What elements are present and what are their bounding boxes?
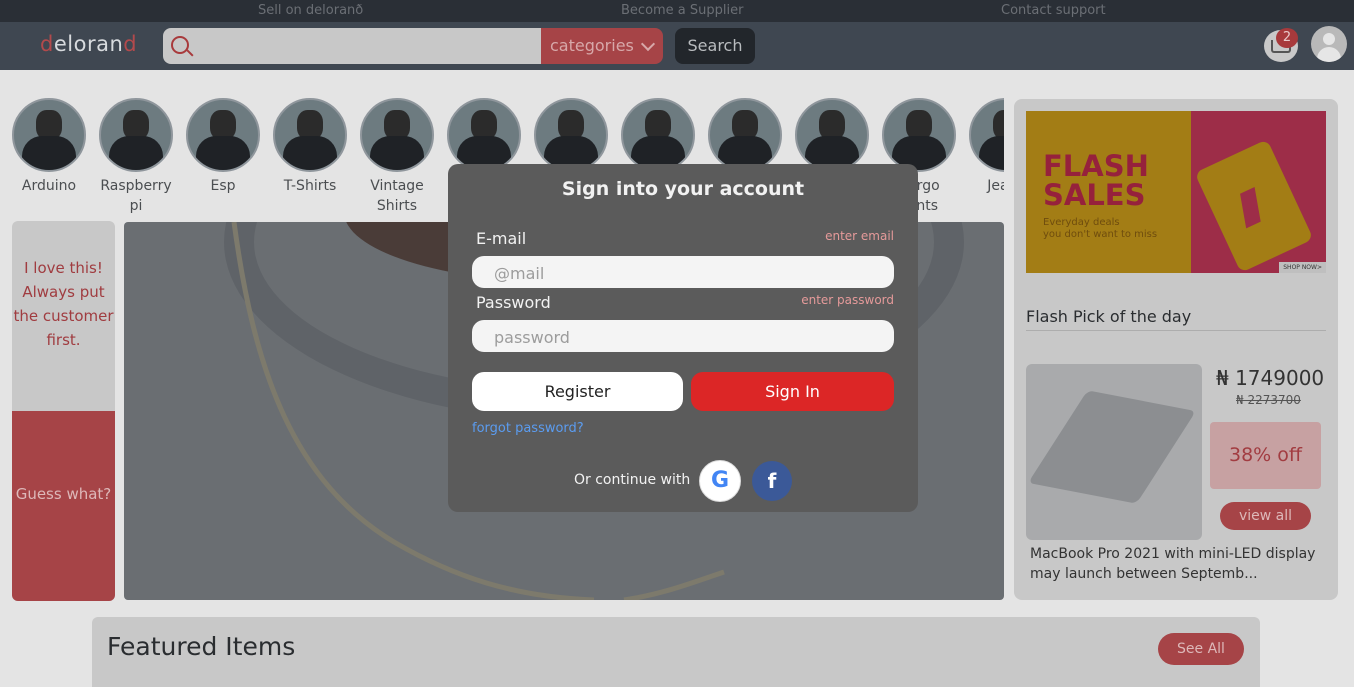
password-field[interactable] xyxy=(472,320,894,354)
category-image xyxy=(882,98,956,172)
discount-badge: 38% off xyxy=(1210,422,1321,489)
category-image xyxy=(273,98,347,172)
search-bar[interactable] xyxy=(163,28,541,64)
product-price: ₦ 1749000 xyxy=(1216,366,1325,390)
see-all-button[interactable]: See All xyxy=(1158,633,1244,665)
flash-pick-title: Flash Pick of the day xyxy=(1026,307,1192,326)
cart-count-badge: 2 xyxy=(1276,28,1298,48)
category-item[interactable]: Jeans xyxy=(969,98,1004,196)
category-image xyxy=(534,98,608,172)
top-strip: Sell on deloranð Become a Supplier Conta… xyxy=(0,0,1354,22)
email-label: E-mail xyxy=(476,229,527,248)
category-image xyxy=(969,98,1004,172)
password-hint: enter password xyxy=(801,293,894,307)
user-avatar[interactable] xyxy=(1311,26,1347,62)
category-label: Vintage Shirts xyxy=(370,178,424,214)
category-image xyxy=(621,98,695,172)
sell-link[interactable]: Sell on deloranð xyxy=(258,3,363,18)
facebook-icon[interactable]: f xyxy=(752,461,792,501)
flash-sales-banner[interactable]: FLASH SALES Everyday deals you don't want… xyxy=(1026,111,1326,273)
category-label: Raspberry pi xyxy=(100,178,172,214)
flash-sales-panel: FLASH SALES Everyday deals you don't want… xyxy=(1014,99,1338,600)
category-image xyxy=(99,98,173,172)
email-hint: enter email xyxy=(825,229,894,243)
google-icon[interactable]: G xyxy=(699,460,741,502)
email-field[interactable] xyxy=(472,256,894,290)
featured-section: Featured Items See All xyxy=(92,617,1260,687)
category-item[interactable]: Arduino xyxy=(12,98,86,196)
email-input[interactable] xyxy=(492,256,876,290)
product-old-price: ₦ 2273700 xyxy=(1236,393,1301,407)
view-all-button[interactable]: view all xyxy=(1220,502,1311,530)
category-item[interactable]: Raspberry pi xyxy=(99,98,173,216)
modal-title: Sign into your account xyxy=(561,178,805,200)
categories-dropdown[interactable]: categories xyxy=(541,28,663,64)
category-image xyxy=(795,98,869,172)
chevron-down-icon xyxy=(640,36,656,52)
sign-in-modal: Sign into your account E-mail enter emai… xyxy=(448,164,918,512)
forgot-password-link[interactable]: forgot password? xyxy=(472,421,584,436)
category-image xyxy=(360,98,434,172)
divider xyxy=(1026,330,1326,331)
product-image[interactable] xyxy=(1026,364,1202,540)
category-image xyxy=(12,98,86,172)
testimonial-cta[interactable]: Guess what? xyxy=(12,411,115,601)
category-image xyxy=(447,98,521,172)
search-icon[interactable] xyxy=(171,36,189,54)
category-label: T-Shirts xyxy=(283,178,337,194)
category-item[interactable]: T-Shirts xyxy=(273,98,347,196)
support-link[interactable]: Contact support xyxy=(1001,3,1106,18)
category-overflow: Jeans xyxy=(969,98,1004,228)
continue-with-label: Or continue with xyxy=(574,472,691,488)
search-button[interactable]: Search xyxy=(675,28,755,64)
navbar: delorand categories Search 2 xyxy=(0,22,1354,70)
category-item[interactable]: Esp xyxy=(186,98,260,196)
category-image xyxy=(708,98,782,172)
category-image xyxy=(186,98,260,172)
password-input[interactable] xyxy=(492,320,876,354)
register-button[interactable]: Register xyxy=(472,372,683,411)
password-label: Password xyxy=(476,293,551,312)
product-description[interactable]: MacBook Pro 2021 with mini-LED display m… xyxy=(1030,544,1330,584)
category-label: Esp xyxy=(210,178,236,194)
testimonial-quote: I love this! Always put the customer fir… xyxy=(13,259,114,349)
testimonial-card: I love this! Always put the customer fir… xyxy=(12,221,115,601)
logo[interactable]: delorand xyxy=(40,32,137,56)
featured-title: Featured Items xyxy=(107,632,296,661)
category-label: Jeans xyxy=(987,178,1004,194)
sign-in-button[interactable]: Sign In xyxy=(691,372,894,411)
category-label: Arduino xyxy=(21,178,77,194)
category-item[interactable]: Vintage Shirts xyxy=(360,98,434,216)
supplier-link[interactable]: Become a Supplier xyxy=(621,3,743,18)
